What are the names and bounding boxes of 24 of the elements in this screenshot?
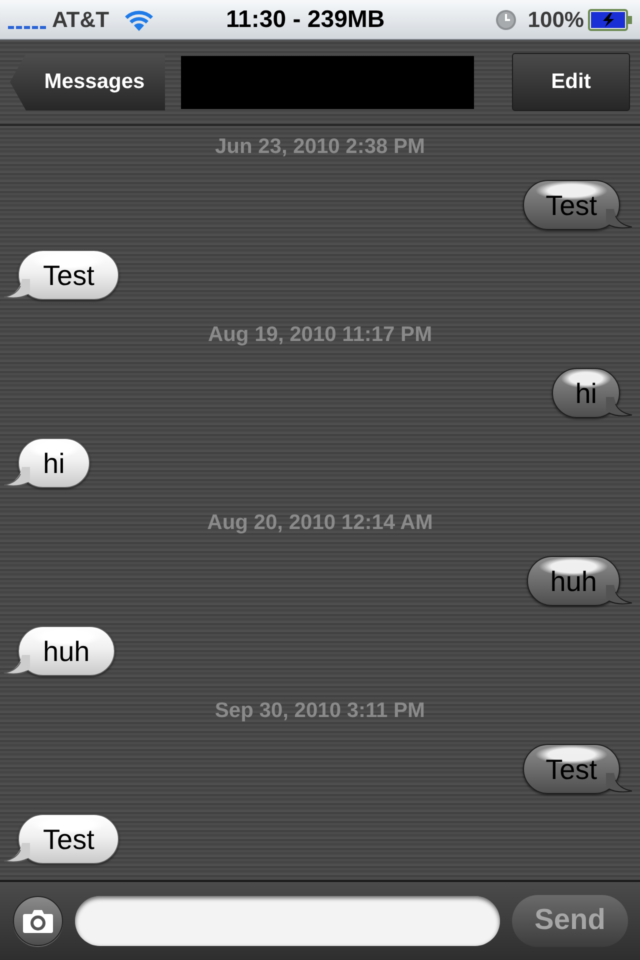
bubble-tail-icon [4,467,30,487]
camera-icon [23,909,53,933]
signal-icon [8,26,46,29]
bubble-tail-icon [606,773,632,793]
bubble-tail-icon [606,209,632,229]
bubble-tail-icon [606,585,632,605]
bubble-tail-icon [4,655,30,675]
carrier-name: AT&T [52,8,110,30]
message-timestamp: Jun 23, 2010 2:38 PM [214,136,426,156]
wifi-icon [123,8,156,30]
message-timestamp: Aug 19, 2010 11:17 PM [208,324,432,344]
battery-percentage: 100% [528,8,584,30]
bubble-tail-icon [4,843,30,863]
message-timestamp: Aug 20, 2010 12:14 AM [207,512,433,532]
battery-icon [588,8,632,30]
back-button[interactable]: Messages [10,54,165,110]
clock-icon [496,10,516,30]
bubble-tail-icon [4,279,30,299]
message-timestamp: Sep 30, 2010 3:11 PM [214,700,426,720]
status-time: 11:30 - 239MB [226,8,385,32]
edit-button[interactable]: Edit [512,53,630,111]
camera-button[interactable] [13,896,63,946]
bubble-tail-icon [606,397,632,417]
message-input[interactable] [75,896,500,946]
